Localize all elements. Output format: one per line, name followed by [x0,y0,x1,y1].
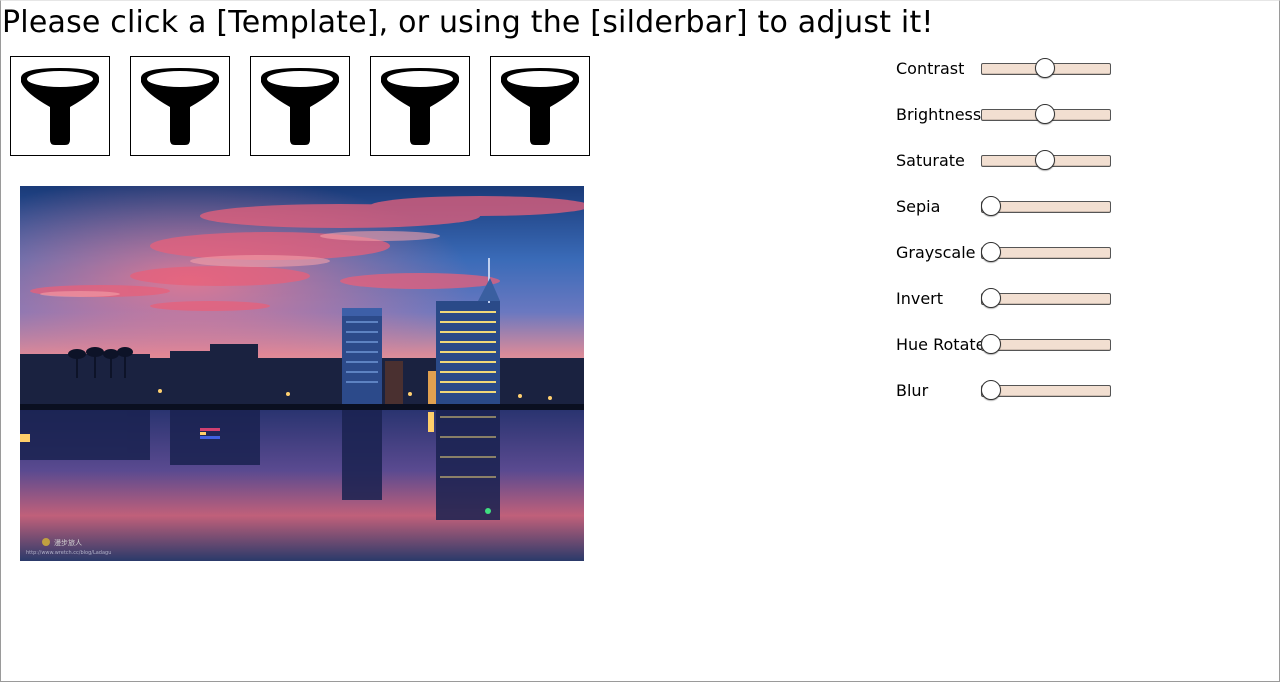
funnel-icon [141,68,219,145]
slider-label: Brightness [896,105,982,124]
slider-thumb[interactable] [1035,104,1055,124]
watermark-url: http://www.wretch.cc/blog/Ladagu [26,550,111,556]
slider-label: Invert [896,289,944,308]
slider-label: Grayscale [896,243,976,262]
slider-label: Hue Rotate [896,335,986,354]
slider-row-hue-rotate: Hue Rotate [896,332,1116,356]
slider-thumb[interactable] [1035,58,1055,78]
template-1[interactable] [10,56,110,156]
preview-photo: 漫步旅人 http://www.wretch.cc/blog/Ladagu [20,186,584,561]
template-5[interactable] [490,56,590,156]
slider-row-saturate: Saturate [896,148,1116,172]
slider-label: Blur [896,381,929,400]
slider-label: Contrast [896,59,965,78]
slider-label: Sepia [896,197,941,216]
page-title: Please click a [Template], or using the … [2,5,934,40]
slider-thumb[interactable] [981,380,1001,400]
funnel-icon [501,68,579,145]
slider-row-grayscale: Grayscale [896,240,1116,264]
funnel-icon [261,68,339,145]
template-3[interactable] [250,56,350,156]
watermark-text: 漫步旅人 [54,538,82,547]
slider-thumb[interactable] [981,334,1001,354]
slider-label: Saturate [896,151,965,170]
slider-thumb[interactable] [981,242,1001,262]
template-4[interactable] [370,56,470,156]
template-2[interactable] [130,56,230,156]
slider-thumb[interactable] [1035,150,1055,170]
slider-thumb[interactable] [981,196,1001,216]
slider-row-contrast: Contrast [896,56,1116,80]
slider-row-blur: Blur [896,378,1116,402]
funnel-icon [381,68,459,145]
slider-row-sepia: Sepia [896,194,1116,218]
slider-thumb[interactable] [981,288,1001,308]
funnel-icon [21,68,99,145]
slider-row-brightness: Brightness [896,102,1116,126]
city-night-image: 漫步旅人 http://www.wretch.cc/blog/Ladagu [20,186,584,561]
slider-row-invert: Invert [896,286,1116,310]
